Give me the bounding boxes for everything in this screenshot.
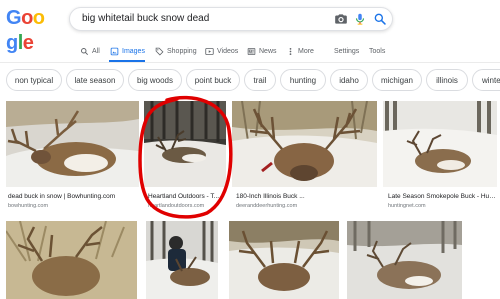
deer-photo (347, 221, 462, 299)
tag-icon (155, 47, 164, 56)
chip-trail[interactable]: trail (244, 69, 276, 91)
result-title[interactable]: dead buck in snow | Bowhunting.com (8, 193, 138, 200)
image-result[interactable] (229, 221, 339, 299)
chip-label: hunting (289, 75, 317, 85)
tab-label: Images (122, 48, 145, 55)
result-title[interactable]: 180-Inch Illinois Buck ... (236, 193, 376, 200)
settings-label: Settings (334, 48, 360, 55)
chip-label: point buck (194, 75, 232, 85)
image-result[interactable] (6, 101, 139, 187)
deer-photo (6, 221, 137, 299)
deer-photo (383, 101, 497, 187)
tab-videos[interactable]: Videos (205, 43, 238, 60)
settings-link[interactable]: Settings (334, 43, 359, 60)
image-result[interactable] (347, 221, 462, 299)
tab-label: Videos (217, 48, 239, 55)
tab-shopping[interactable]: Shopping (155, 43, 197, 60)
chip-label: big woods (136, 75, 174, 85)
deer-photo (6, 101, 139, 187)
search-icon[interactable] (373, 12, 387, 26)
tab-more[interactable]: More (286, 43, 314, 60)
image-icon (110, 47, 119, 56)
image-result[interactable] (144, 101, 226, 187)
divider (0, 62, 500, 63)
image-result[interactable] (146, 221, 218, 299)
search-icon (81, 48, 89, 56)
chip-label: illinois (436, 75, 458, 85)
image-result[interactable] (383, 101, 497, 187)
chip-winter[interactable]: winte (472, 69, 500, 91)
tab-label: All (92, 48, 100, 55)
tab-label: Shopping (167, 48, 197, 55)
chip-label: trail (253, 75, 267, 85)
chip-label: winte (482, 75, 500, 85)
tab-news[interactable]: News (247, 43, 277, 60)
chip-point-buck[interactable]: point buck (186, 69, 240, 91)
result-title[interactable]: Late Season Smokepole Buck - Hunti... (388, 193, 498, 200)
result-title[interactable]: Heartland Outdoors - T... (148, 193, 228, 200)
search-box[interactable]: big whitetail buck snow dead (69, 7, 393, 31)
deer-photo (144, 101, 226, 187)
logo-letter: o (32, 7, 45, 29)
chip-michigan[interactable]: michigan (372, 69, 422, 91)
more-dots-icon (289, 48, 292, 55)
chip-label: non typical (14, 75, 54, 85)
tab-images[interactable]: Images (110, 43, 145, 60)
tools-label: Tools (369, 48, 386, 55)
deer-photo (146, 221, 218, 299)
newspaper-icon (247, 48, 256, 55)
mic-icon[interactable] (353, 12, 367, 26)
image-result[interactable] (6, 221, 137, 299)
tab-label: News (259, 48, 277, 55)
chip-label: michigan (380, 75, 413, 85)
search-input[interactable]: big whitetail buck snow dead (82, 13, 209, 24)
chip-label: idaho (339, 75, 359, 85)
result-source: deeranddeerhunting.com (236, 203, 298, 209)
chip-hunting[interactable]: hunting (280, 69, 326, 91)
camera-icon[interactable] (334, 12, 348, 26)
chip-label: late season (74, 75, 116, 85)
tools-link[interactable]: Tools (369, 43, 385, 60)
google-logo[interactable]: Google (6, 6, 56, 54)
chip-illinois[interactable]: illinois (426, 69, 468, 91)
tab-all[interactable]: All (80, 43, 100, 60)
tab-label: More (298, 48, 314, 55)
chip-idaho[interactable]: idaho (330, 69, 368, 91)
search-tabs: All Images Shopping Videos News More Set… (0, 40, 500, 62)
chip-big-woods[interactable]: big woods (128, 69, 182, 91)
deer-photo (229, 221, 339, 299)
result-source: heartlandoutdoors.com (148, 203, 205, 209)
result-source: huntingnet.com (388, 203, 426, 209)
result-source: bowhunting.com (8, 203, 49, 209)
image-result[interactable] (232, 101, 377, 187)
deer-photo (232, 101, 377, 187)
chip-late-season[interactable]: late season (66, 69, 124, 91)
chip-non-typical[interactable]: non typical (6, 69, 62, 91)
logo-letter: o (21, 7, 33, 29)
logo-letter: G (6, 7, 22, 29)
play-icon (205, 48, 214, 55)
